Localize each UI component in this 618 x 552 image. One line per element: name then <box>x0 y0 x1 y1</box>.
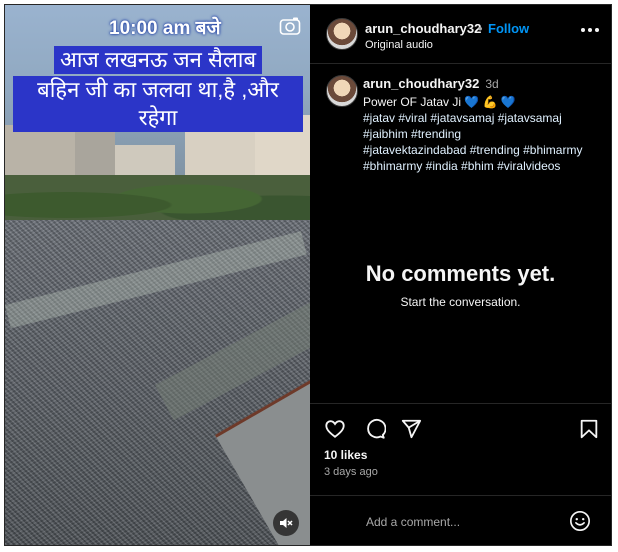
post-caption: arun_choudhary32 3d Power OF Jatav Ji 💙 💪… <box>363 75 603 174</box>
separator-dot: • <box>478 21 483 36</box>
video-caption-line: बहिन जी का जलवा था,है ,और रहेगा <box>13 76 303 132</box>
more-options-icon[interactable] <box>580 27 600 33</box>
avatar[interactable] <box>326 18 358 50</box>
caption-username[interactable]: arun_choudhary32 <box>363 76 479 91</box>
hashtag-line[interactable]: #jaibhim #trending <box>363 126 603 142</box>
post-actions: 10 likes 3 days ago <box>310 403 611 545</box>
empty-comments-title: No comments yet. <box>365 261 556 286</box>
likes-count[interactable]: 10 likes <box>324 448 367 462</box>
caption-time[interactable]: 3d <box>485 77 498 91</box>
camera-icon <box>279 17 301 35</box>
post-details-panel: arun_choudhary32 • Follow Original audio… <box>310 5 611 545</box>
follow-button[interactable]: Follow <box>488 21 529 36</box>
hashtag-line[interactable]: #bhimarmy #india #bhim #viralvideos <box>363 158 603 174</box>
speaker-muted-icon <box>280 518 293 528</box>
video-overlay-caption: आज लखनऊ जन सैलाब बहिन जी का जलवा था,है ,… <box>13 45 303 133</box>
hashtag-line[interactable]: #jatavektazindabad #trending #bhimarmy <box>363 142 603 158</box>
hashtag-list: #jatav #viral #jatavsamaj #jatavsamaj #j… <box>363 110 603 174</box>
comment-composer <box>310 495 611 545</box>
heart-icon[interactable] <box>324 418 346 440</box>
bookmark-icon[interactable] <box>578 418 600 440</box>
comment-icon[interactable] <box>364 418 386 440</box>
share-icon[interactable] <box>400 418 422 440</box>
mute-toggle-button[interactable] <box>273 510 299 536</box>
comment-input[interactable] <box>364 511 568 533</box>
video-player[interactable]: 10:00 am बजे आज लखनऊ जन सैलाब बहिन जी का… <box>5 5 310 545</box>
empty-comments-subtitle: Start the conversation. <box>400 295 521 309</box>
audio-label[interactable]: Original audio <box>365 39 433 51</box>
post-header: arun_choudhary32 • Follow Original audio <box>310 5 611 64</box>
post-dialog: 10:00 am बजे आज लखनऊ जन सैलाब बहिन जी का… <box>4 4 612 546</box>
empty-comments: No comments yet. Start the conversation. <box>310 261 611 309</box>
video-overlay-time: 10:00 am बजे <box>109 18 221 39</box>
post-time-ago[interactable]: 3 days ago <box>324 466 378 478</box>
hashtag-line[interactable]: #jatav #viral #jatavsamaj #jatavsamaj <box>363 110 603 126</box>
caption-text: Power OF Jatav Ji 💙 💪 💙 <box>363 95 516 109</box>
author-username[interactable]: arun_choudhary32 <box>365 21 481 36</box>
caption-avatar[interactable] <box>326 75 358 107</box>
video-caption-line: आज लखनऊ जन सैलाब <box>53 46 263 74</box>
emoji-icon[interactable] <box>569 510 591 532</box>
